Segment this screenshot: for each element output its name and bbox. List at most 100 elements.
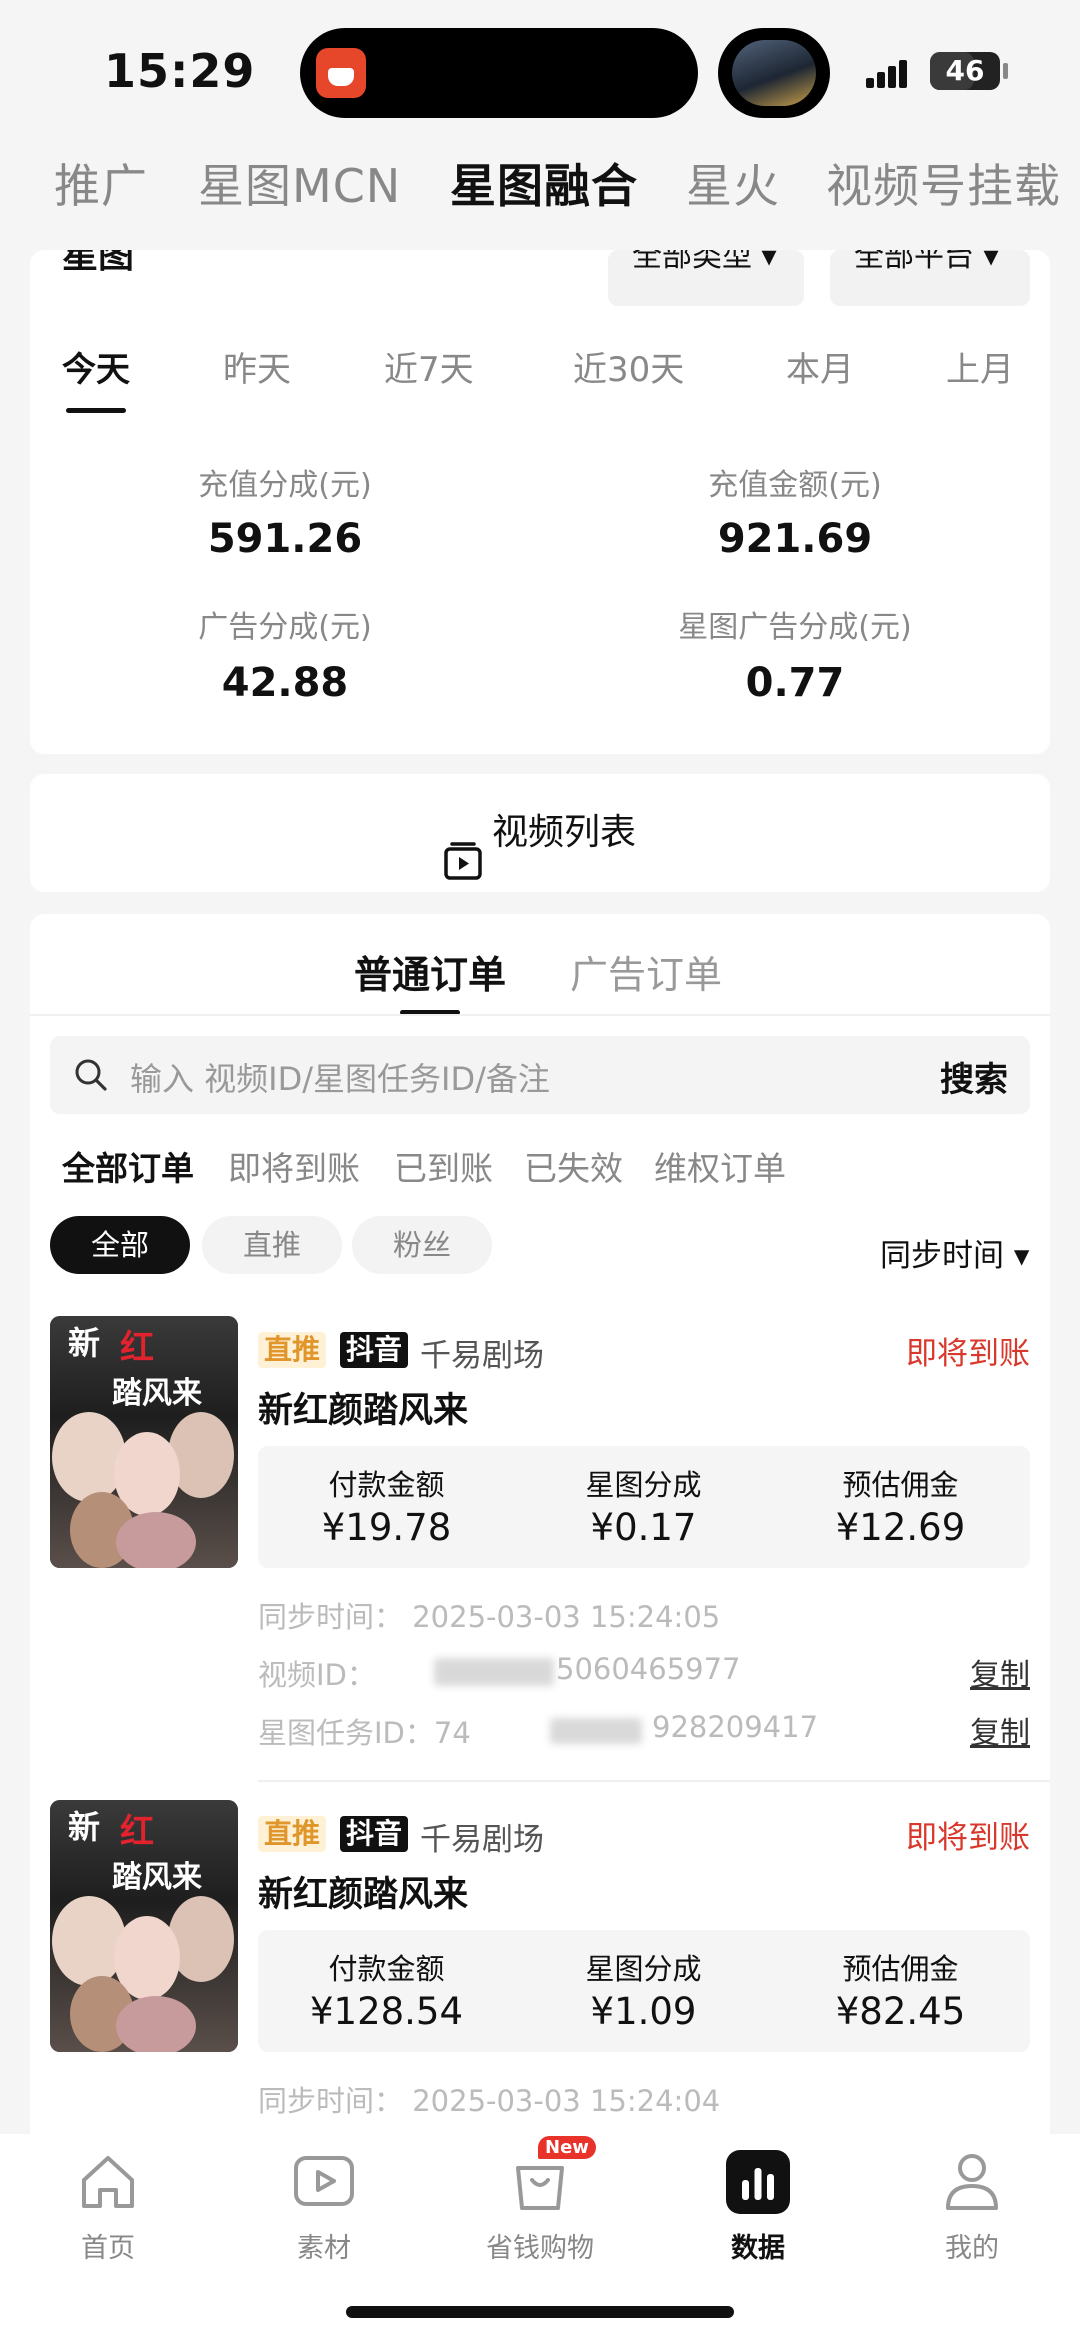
tab-promote[interactable]: 推广 [54,150,148,216]
orders-panel: 普通订单 广告订单 输入 视频ID/星图任务ID/备注 搜索 全部订单 即将到账… [30,914,1050,2134]
nav-materials[interactable]: 素材 [254,2150,394,2265]
stat-value-recharge-amount: 921.69 [717,516,873,562]
xingtu-share-label: 星图分成 [585,1468,702,1502]
shopping-bag-icon: New [508,2136,596,2214]
stat-label-ad-share: 广告分成(元) [198,610,372,645]
cover-title-text: 踏风来 [112,1376,202,1411]
stat-value-ad-share: 42.88 [221,660,349,706]
theatre-name: 千易剧场 [420,1822,544,1858]
chip-fans[interactable]: 粉丝 [352,1216,492,1274]
xingtu-share-value: ¥0.17 [590,1506,697,1549]
divider [258,1780,1050,1782]
order-title: 新红颜踏风来 [258,1875,469,1915]
order-amounts: 付款金额 ¥128.54 星图分成 ¥1.09 预估佣金 ¥82.45 [258,1930,1030,2052]
task-id: 星图任务ID：74 [258,1716,471,1750]
theatre-name: 千易剧场 [420,1338,544,1374]
new-badge: New [538,2136,596,2159]
copy-task-id-button[interactable]: 复制 [970,1708,1030,1752]
top-tabs: 推广 星图MCN 星图融合 星火 视频号挂载 [0,150,1080,230]
video-id-suffix: 5060465977 [556,1652,741,1686]
date-tab-last-month[interactable]: 上月 [946,342,1014,391]
signal-icon [866,58,918,88]
task-id-suffix: 928209417 [652,1710,819,1744]
copy-video-id-button[interactable]: 复制 [970,1650,1030,1694]
date-tab-30days[interactable]: 近30天 [573,342,684,391]
nav-data[interactable]: 数据 [688,2150,828,2265]
date-tab-yesterday[interactable]: 昨天 [223,342,291,391]
filter-all-orders[interactable]: 全部订单 [62,1142,194,1190]
caret-down-icon: ▾ [1004,1238,1030,1274]
bar-chart-icon [726,2150,790,2214]
sync-time: 同步时间： 2025-03-03 15:24:05 [258,1600,721,1634]
caret-down-icon: ▾ [974,250,999,274]
video-id: 视频ID： [258,1658,376,1692]
status-time: 15:29 [104,44,256,98]
order-amounts: 付款金额 ¥19.78 星图分成 ¥0.17 预估佣金 ¥12.69 [258,1446,1030,1568]
summary-label: 星图 [62,250,135,276]
commission-label: 预估佣金 [842,1952,959,1986]
battery-level: 46 [945,54,985,87]
nav-me[interactable]: 我的 [902,2150,1042,2265]
pay-amount-label: 付款金额 [328,1952,445,1986]
order-status: 即将到账 [906,1820,1030,1856]
date-tab-7days[interactable]: 近7天 [384,342,474,391]
direct-tag: 直推 [258,1332,327,1368]
stat-value-recharge-share: 591.26 [207,516,363,562]
order-title: 新红颜踏风来 [258,1391,469,1431]
search-input[interactable]: 输入 视频ID/星图任务ID/备注 [130,1054,550,1100]
xingtu-share-value: ¥1.09 [590,1990,697,2033]
date-tab-this-month[interactable]: 本月 [786,342,854,391]
nav-home[interactable]: 首页 [38,2150,178,2265]
nav-shopping[interactable]: New 省钱购物 [470,2136,610,2265]
media-thumbnail [732,40,816,106]
tab-channels-mount[interactable]: 视频号挂载 [826,150,1061,216]
order-status: 即将到账 [906,1336,1030,1372]
chip-all[interactable]: 全部 [50,1216,190,1274]
video-list-button[interactable]: 视频列表 [30,774,1050,892]
tab-normal-orders[interactable]: 普通订单 [354,944,506,999]
redacted-blur [550,1718,642,1744]
video-list-icon [444,811,482,880]
pay-amount-value: ¥128.54 [309,1990,463,2033]
app-activity-icon [316,48,366,98]
tab-xingtu-mcn[interactable]: 星图MCN [198,150,401,216]
type-filter-dropdown[interactable]: 全部类型 ▾ [608,250,804,306]
cover-title-char: 新 [68,1808,101,1846]
sync-time: 同步时间： 2025-03-03 15:24:04 [258,2084,721,2118]
douyin-tag: 抖音 [340,1332,409,1368]
xingtu-share-label: 星图分成 [585,1952,702,1986]
tab-ad-orders[interactable]: 广告订单 [570,944,722,999]
order-item[interactable]: 新 红 踏风来 直推 抖音 千易剧场 即将到账 新红颜踏风来 付款金额 ¥128… [30,1800,1050,2130]
drama-cover-image: 新 红 踏风来 [50,1800,238,2052]
filter-pending[interactable]: 即将到账 [228,1142,360,1190]
tab-xinghuo[interactable]: 星火 [686,150,780,216]
date-tab-today[interactable]: 今天 [62,342,130,391]
search-button[interactable]: 搜索 [940,1052,1008,1101]
drama-cover-image: 新 红 踏风来 [50,1316,238,1568]
order-item[interactable]: 新 红 踏风来 直推 抖音 千易剧场 即将到账 新红颜踏风来 付款金额 ¥19.… [30,1316,1050,1751]
filter-received[interactable]: 已到账 [394,1142,493,1190]
pay-amount-label: 付款金额 [328,1468,445,1502]
tab-xingtu-fusion[interactable]: 星图融合 [450,150,638,216]
stat-label-recharge-share: 充值分成(元) [198,468,372,503]
filter-expired[interactable]: 已失效 [524,1142,623,1190]
sort-sync-time[interactable]: 同步时间 ▾ [880,1230,1029,1275]
platform-filter-dropdown[interactable]: 全部平台 ▾ [830,250,1030,306]
cover-title-char-red: 红 [120,1812,154,1852]
stat-label-recharge-amount: 充值金额(元) [708,468,882,503]
cover-title-char-red: 红 [120,1328,154,1368]
commission-label: 预估佣金 [842,1468,959,1502]
battery-icon: 46 [930,52,1000,90]
cover-title-text: 踏风来 [112,1860,202,1895]
search-icon [75,1059,107,1091]
pay-amount-value: ¥19.78 [321,1506,452,1549]
video-list-label: 视频列表 [491,812,636,853]
filter-rights-orders[interactable]: 维权订单 [654,1142,786,1190]
divider [30,1014,1050,1016]
commission-value: ¥12.69 [835,1506,966,1549]
direct-tag: 直推 [258,1816,327,1852]
media-activity [718,28,830,118]
chip-direct[interactable]: 直推 [202,1216,342,1274]
home-icon [76,2150,140,2214]
order-search-bar: 输入 视频ID/星图任务ID/备注 搜索 [50,1036,1030,1114]
